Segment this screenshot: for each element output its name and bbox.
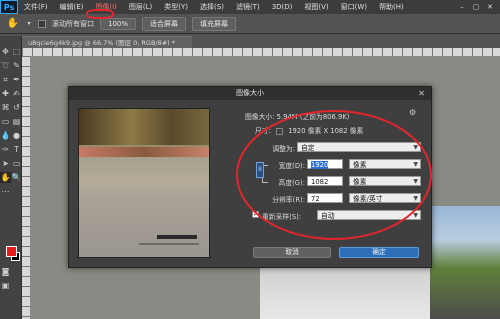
- resolution-unit: 像素/英寸: [353, 195, 383, 203]
- chevron-down-icon: ▼: [413, 195, 418, 202]
- zoom-100-button[interactable]: 100%: [100, 17, 137, 30]
- resample-select[interactable]: 自动 ▼: [317, 210, 421, 220]
- resolution-value: 72: [311, 195, 320, 203]
- history-brush-tool-icon[interactable]: ↺: [11, 102, 22, 113]
- eraser-tool-icon[interactable]: ▭: [0, 116, 11, 127]
- move-tool-icon[interactable]: ✥: [0, 46, 11, 57]
- dimensions-unit-dropdown-icon[interactable]: [276, 127, 284, 135]
- screen-mode-icon[interactable]: ▣: [0, 280, 11, 291]
- width-unit: 像素: [353, 161, 367, 169]
- dimensions-row: 尺寸: 1920 像素 X 1082 像素: [255, 125, 363, 135]
- scroll-all-label: 滚动所有窗口: [52, 19, 94, 28]
- fit-value: 自定: [301, 144, 315, 152]
- width-input[interactable]: 1920: [307, 159, 343, 169]
- resolution-input[interactable]: 72: [307, 193, 343, 203]
- hand-tool-icon[interactable]: ✋: [6, 17, 20, 31]
- height-unit-select[interactable]: 像素 ▼: [349, 176, 421, 186]
- lasso-tool-icon[interactable]: ➰: [0, 60, 11, 71]
- quick-select-tool-icon[interactable]: ✎: [11, 60, 22, 71]
- dimensions-value: 1920 像素 X 1082 像素: [288, 127, 364, 135]
- photoshop-logo: Ps: [0, 0, 18, 14]
- quick-mask-icon[interactable]: ◙: [0, 266, 11, 277]
- cancel-button[interactable]: 取消: [253, 247, 331, 258]
- chevron-down-icon: ▼: [413, 212, 418, 219]
- image-size-dialog: 图像大小 ✕ 图像大小: 5.94M (之前为806.9K) ⚙ 尺寸: 192…: [68, 86, 432, 268]
- menu-layer[interactable]: 图层(L): [123, 2, 158, 12]
- more-tools-icon[interactable]: ⋯: [0, 186, 11, 197]
- dimensions-label: 尺寸:: [255, 127, 271, 135]
- document-tab[interactable]: u8qcie6g4k9.jpg @ 66.7% (图层 0, RGB/8#) *: [22, 36, 192, 48]
- options-bar: ✋ ▾ 滚动所有窗口 100% 适合屏幕 填充屏幕: [0, 14, 500, 34]
- menu-window[interactable]: 窗口(W): [335, 2, 373, 12]
- height-input[interactable]: 1082: [307, 176, 343, 186]
- chevron-down-icon: ▼: [413, 144, 418, 151]
- healing-tool-icon[interactable]: ✚: [0, 88, 11, 99]
- dialog-title-bar: 图像大小 ✕: [69, 87, 431, 100]
- window-controls: – ▢ ✕: [456, 2, 500, 12]
- link-constrain-icon[interactable]: 8: [256, 162, 264, 178]
- close-icon[interactable]: ✕: [418, 87, 425, 100]
- image-preview[interactable]: [78, 108, 210, 258]
- fit-screen-button[interactable]: 适合屏幕: [142, 16, 187, 31]
- foreground-color-swatch[interactable]: [6, 246, 17, 257]
- menu-image[interactable]: 图像(I): [89, 2, 123, 12]
- fit-select[interactable]: 自定 ▼: [297, 142, 421, 152]
- menu-file[interactable]: 文件(F): [18, 2, 54, 12]
- menu-filter[interactable]: 滤镜(T): [230, 2, 266, 12]
- vertical-ruler: [22, 56, 30, 319]
- menu-type[interactable]: 类型(Y): [158, 2, 194, 12]
- dodge-tool-icon[interactable]: ●: [11, 130, 22, 141]
- resolution-label: 分辨率(R):: [272, 196, 305, 204]
- crop-tool-icon[interactable]: ⌗: [0, 74, 11, 85]
- menu-bar: Ps 文件(F) 编辑(E) 图像(I) 图层(L) 类型(Y) 选择(S) 滤…: [0, 0, 500, 14]
- menu-edit[interactable]: 编辑(E): [54, 2, 90, 12]
- dialog-title: 图像大小: [236, 89, 264, 97]
- image-size-label: 图像大小:: [245, 113, 275, 121]
- scroll-all-checkbox[interactable]: [38, 19, 46, 28]
- chevron-down-icon: ▼: [413, 161, 418, 168]
- blur-tool-icon[interactable]: 💧: [0, 130, 11, 141]
- marquee-tool-icon[interactable]: ⬚: [11, 46, 22, 57]
- close-icon[interactable]: ✕: [484, 2, 496, 12]
- gear-icon[interactable]: ⚙: [409, 108, 416, 117]
- gradient-tool-icon[interactable]: ▤: [11, 116, 22, 127]
- tools-panel: ✥ ⬚ ➰ ✎ ⌗ ✒ ✚ ✍ ⌘ ↺ ▭ ▤ 💧 ● ✑ T ➤ ▭ ✋ 🔍 …: [0, 36, 22, 319]
- fill-screen-button[interactable]: 填充屏幕: [192, 16, 237, 31]
- horizontal-ruler: [22, 48, 500, 56]
- menu-view[interactable]: 视图(V): [298, 2, 334, 12]
- chevron-down-icon[interactable]: ▾: [26, 17, 32, 31]
- resample-label: 重新采样(S):: [262, 213, 302, 221]
- canvas-image-road: [260, 266, 440, 319]
- resolution-unit-select[interactable]: 像素/英寸 ▼: [349, 193, 421, 203]
- chevron-down-icon: ▼: [413, 178, 418, 185]
- menu-select[interactable]: 选择(S): [194, 2, 230, 12]
- maximize-icon[interactable]: ▢: [470, 2, 482, 12]
- width-value: 1920: [311, 161, 329, 169]
- hand-tool-icon[interactable]: ✋: [0, 172, 11, 183]
- resample-value: 自动: [321, 212, 335, 220]
- height-unit: 像素: [353, 178, 367, 186]
- ok-button[interactable]: 确定: [339, 247, 419, 258]
- height-label: 高度(G):: [278, 179, 305, 187]
- minimize-icon[interactable]: –: [456, 2, 468, 12]
- stamp-tool-icon[interactable]: ⌘: [0, 102, 11, 113]
- image-size-row: 图像大小: 5.94M (之前为806.9K): [245, 111, 349, 121]
- canvas-image-street: [430, 206, 500, 319]
- image-size-value: 5.94M (之前为806.9K): [276, 113, 350, 121]
- brush-tool-icon[interactable]: ✍: [11, 88, 22, 99]
- width-label: 宽度(D):: [278, 162, 305, 170]
- shape-tool-icon[interactable]: ▭: [11, 158, 22, 169]
- width-unit-select[interactable]: 像素 ▼: [349, 159, 421, 169]
- path-select-tool-icon[interactable]: ➤: [0, 158, 11, 169]
- menu-help[interactable]: 帮助(H): [373, 2, 410, 12]
- fit-label: 调整为:: [272, 145, 295, 153]
- eyedropper-tool-icon[interactable]: ✒: [11, 74, 22, 85]
- height-value: 1082: [311, 178, 329, 186]
- pen-tool-icon[interactable]: ✑: [0, 144, 11, 155]
- resample-checkbox[interactable]: ✓: [252, 211, 259, 218]
- menu-3d[interactable]: 3D(D): [266, 3, 299, 11]
- type-tool-icon[interactable]: T: [11, 144, 22, 155]
- zoom-tool-icon[interactable]: 🔍: [11, 172, 22, 183]
